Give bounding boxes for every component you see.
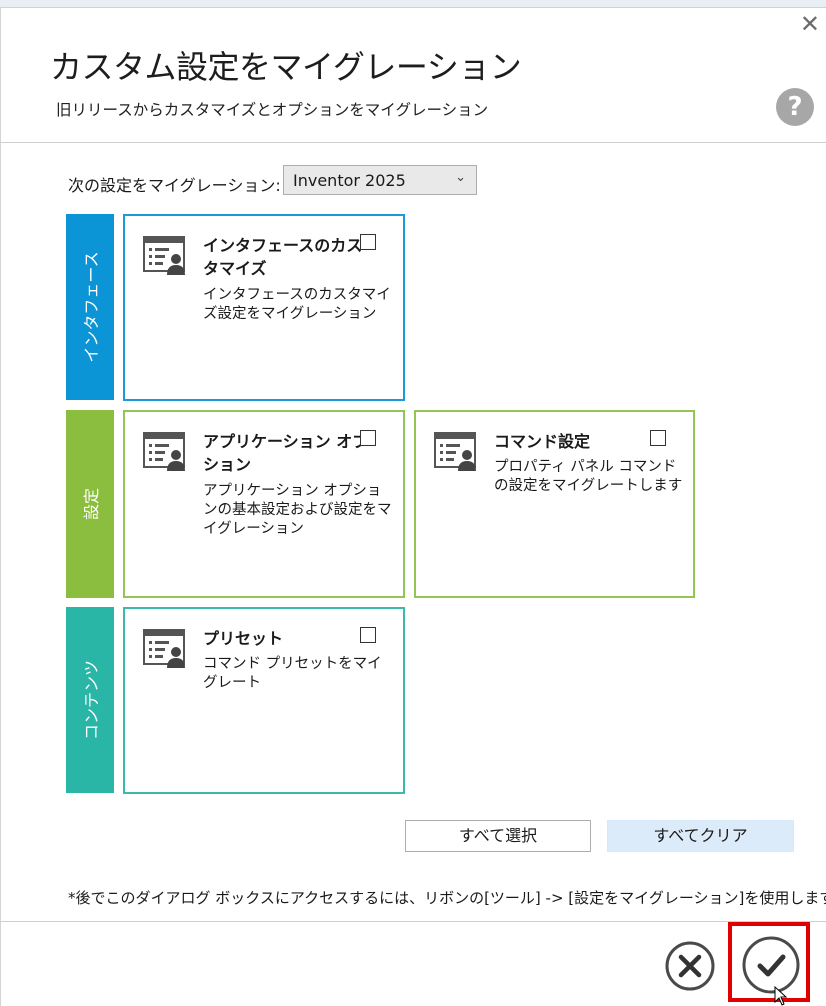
settings-profile-icon <box>143 629 185 668</box>
application-options-card[interactable]: アプリケーション オプション アプリケーション オプションの基本設定および設定を… <box>123 410 405 598</box>
footer-divider <box>0 921 826 922</box>
category-settings-label: 設定 <box>82 487 101 521</box>
category-content-label: コンテンツ <box>82 659 101 741</box>
command-settings-card[interactable]: コマンド設定 プロパティ パネル コマンドの設定をマイグレートします <box>414 410 695 598</box>
card-description: アプリケーション オプションの基本設定および設定をマイグレーション <box>203 483 392 537</box>
window-top-border <box>0 0 826 8</box>
card-title: アプリケーション オプション <box>203 432 369 474</box>
version-dropdown[interactable]: Inventor 2025 ⌄ <box>283 165 477 195</box>
category-settings: 設定 <box>66 410 114 598</box>
category-content: コンテンツ <box>66 607 114 793</box>
category-interface-label: インタフェース <box>82 251 101 363</box>
highlight-box <box>728 922 810 1002</box>
dialog-subtitle: 旧リリースからカスタマイズとオプションをマイグレーション <box>56 101 489 119</box>
clear-all-button[interactable]: すべてクリア <box>607 820 794 852</box>
window-left-border <box>0 7 1 1006</box>
card-title: インタフェースのカスタマイズ <box>203 236 363 278</box>
category-interface: インタフェース <box>66 214 114 400</box>
settings-profile-icon <box>143 432 185 471</box>
card-description: インタフェースのカスタマイズ設定をマイグレーション <box>203 287 391 322</box>
select-all-button[interactable]: すべて選択 <box>405 820 591 852</box>
footnote-text: *後でこのダイアログ ボックスにアクセスするには、リボンの[ツール] -> [設… <box>68 889 826 907</box>
mouse-cursor-icon <box>774 986 788 1006</box>
migrate-from-label: 次の設定をマイグレーション: <box>68 176 281 195</box>
card-title: コマンド設定 <box>494 432 591 451</box>
dialog-title: カスタム設定をマイグレーション <box>50 48 522 86</box>
close-icon[interactable]: ✕ <box>800 12 820 36</box>
command-settings-checkbox[interactable] <box>650 430 666 446</box>
chevron-down-icon: ⌄ <box>455 170 466 185</box>
cancel-icon[interactable] <box>664 940 716 992</box>
presets-checkbox[interactable] <box>360 627 376 643</box>
card-description: コマンド プリセットをマイグレート <box>203 656 382 691</box>
presets-card[interactable]: プリセット コマンド プリセットをマイグレート <box>123 607 405 794</box>
settings-profile-icon <box>143 236 185 275</box>
interface-customization-card[interactable]: インタフェースのカスタマイズ インタフェースのカスタマイズ設定をマイグレーション <box>123 214 405 401</box>
card-title: プリセット <box>203 629 284 648</box>
card-description: プロパティ パネル コマンドの設定をマイグレートします <box>494 459 683 494</box>
application-options-checkbox[interactable] <box>360 430 376 446</box>
header-divider <box>0 142 826 143</box>
interface-customization-checkbox[interactable] <box>360 234 376 250</box>
help-icon[interactable]: ? <box>776 88 814 126</box>
settings-profile-icon <box>434 432 476 471</box>
version-dropdown-value: Inventor 2025 <box>293 171 406 190</box>
